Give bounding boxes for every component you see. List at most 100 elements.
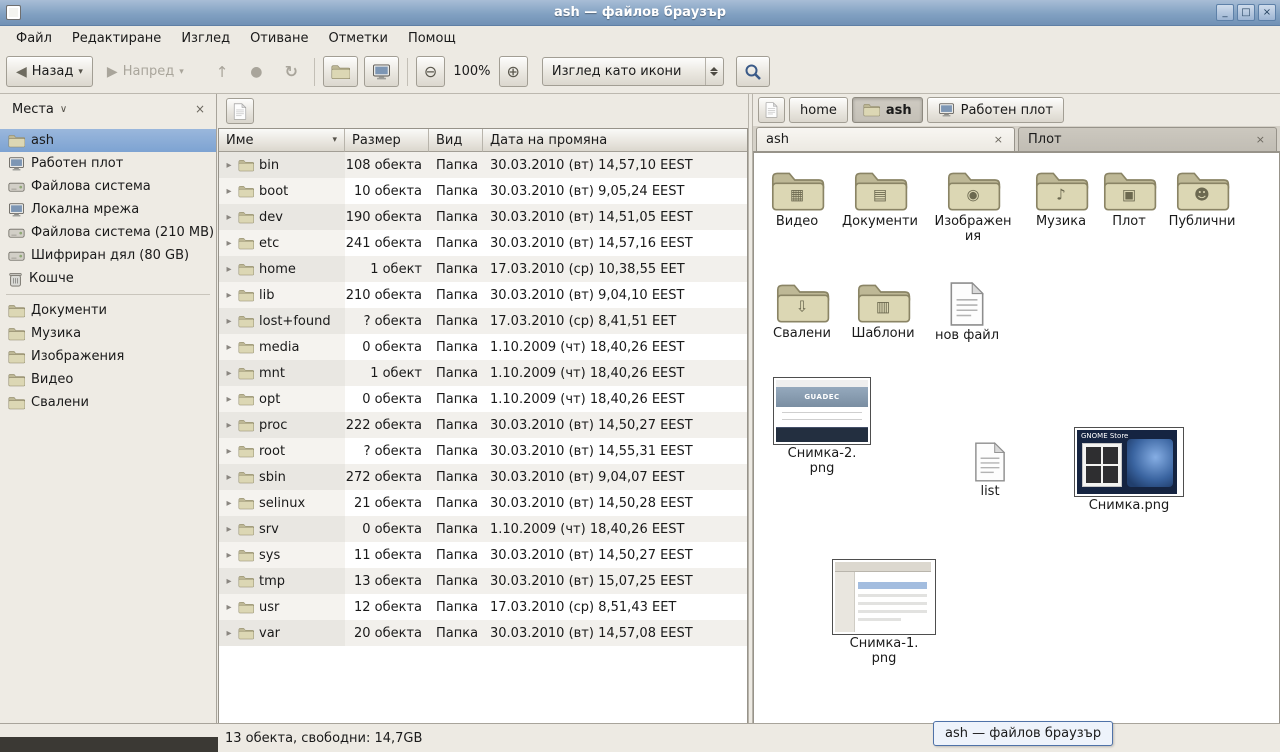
computer-button[interactable] [364,56,399,87]
tree-row[interactable]: ▸ sys 11 обекта Папка 30.03.2010 (вт) 14… [219,542,747,568]
breadcrumb-home[interactable]: home [789,97,848,123]
menu-bookmarks[interactable]: Отметки [318,28,397,49]
icon-item-documents[interactable]: ▤ Документи [840,169,920,230]
column-header-name[interactable]: Име ▾ [219,129,345,152]
sidebar-close-button[interactable]: × [190,100,210,118]
tree-row[interactable]: ▸ tmp 13 обекта Папка 30.03.2010 (вт) 15… [219,568,747,594]
tree-row[interactable]: ▸ bin 108 обекта Папка 30.03.2010 (вт) 1… [219,152,747,178]
expander-icon[interactable]: ▸ [223,342,235,353]
tree-row[interactable]: ▸ proc 222 обекта Папка 30.03.2010 (вт) … [219,412,747,438]
icon-item-templates[interactable]: ▥ Шаблони [848,281,918,342]
back-button[interactable]: ◀ Назад ▾ [6,56,93,87]
zoom-in-button[interactable]: ⊕ [499,56,528,87]
home-button[interactable] [323,56,358,87]
pathbar-root-button[interactable] [758,97,785,123]
tree-row[interactable]: ▸ mnt 1 обект Папка 1.10.2009 (чт) 18,40… [219,360,747,386]
tree-row[interactable]: ▸ sbin 272 обекта Папка 30.03.2010 (вт) … [219,464,747,490]
sidebar-item-video[interactable]: Видео [0,368,216,391]
sidebar-mode-selector[interactable]: Места ∨ [6,99,73,120]
icon-item-snimka-1[interactable]: Снимка-1.png [832,559,936,667]
expander-icon[interactable]: ▸ [223,524,235,535]
icon-view-canvas[interactable]: ▦ Видео ▤ Документи ◉ Изображения [753,152,1280,723]
icon-item-snimka[interactable]: GNOME Store Снимка.png [1074,427,1184,514]
search-button[interactable] [736,56,770,87]
expander-icon[interactable]: ▸ [223,446,235,457]
window-menu-icon[interactable] [6,5,21,20]
menu-help[interactable]: Помощ [398,28,466,49]
stop-button[interactable]: ● [242,56,270,87]
expander-icon[interactable]: ▸ [223,186,235,197]
tree-row[interactable]: ▸ lost+found ? обекта Папка 17.03.2010 (… [219,308,747,334]
tree-row[interactable]: ▸ var 20 обекта Папка 30.03.2010 (вт) 14… [219,620,747,646]
tree-row[interactable]: ▸ srv 0 обекта Папка 1.10.2009 (чт) 18,4… [219,516,747,542]
tree-row[interactable]: ▸ media 0 обекта Папка 1.10.2009 (чт) 18… [219,334,747,360]
expander-icon[interactable]: ▸ [223,212,235,223]
tab-ash[interactable]: ash × [756,127,1015,151]
expander-icon[interactable]: ▸ [223,602,235,613]
tree-row[interactable]: ▸ boot 10 обекта Папка 30.03.2010 (вт) 9… [219,178,747,204]
zoom-out-button[interactable]: ⊖ [416,56,445,87]
expander-icon[interactable]: ▸ [223,264,235,275]
close-button[interactable]: × [1258,4,1276,21]
sidebar-item-downloads[interactable]: Свалени [0,391,216,414]
column-header-size[interactable]: Размер [345,129,429,152]
tree-row[interactable]: ▸ selinux 21 обекта Папка 30.03.2010 (вт… [219,490,747,516]
view-mode-combo[interactable]: Изглед като икони [542,57,724,86]
expander-icon[interactable]: ▸ [223,368,235,379]
expander-icon[interactable]: ▸ [223,576,235,587]
breadcrumb-desktop[interactable]: Работен плот [927,97,1064,123]
expander-icon[interactable]: ▸ [223,316,235,327]
menu-edit[interactable]: Редактиране [62,28,171,49]
expander-icon[interactable]: ▸ [223,420,235,431]
breadcrumb-ash[interactable]: ash [852,97,923,123]
icon-item-new-file[interactable]: нов файл [934,281,1000,344]
expander-icon[interactable]: ▸ [223,472,235,483]
sidebar-item-documents[interactable]: Документи [0,299,216,322]
expander-icon[interactable]: ▸ [223,550,235,561]
icon-item-snimka-2[interactable]: GUADEC Снимка-2.png [770,377,874,477]
tab-close-icon[interactable]: × [992,133,1005,146]
tree-row[interactable]: ▸ root ? обекта Папка 30.03.2010 (вт) 14… [219,438,747,464]
tab-plot[interactable]: Плот × [1018,127,1277,151]
back-history-dropdown-icon[interactable]: ▾ [78,67,83,77]
tree-row[interactable]: ▸ lib 210 обекта Папка 30.03.2010 (вт) 9… [219,282,747,308]
title-bar[interactable]: ash — файлов браузър _ □ × [0,0,1280,26]
sidebar-item-desktop[interactable]: Работен плот [0,152,216,175]
column-header-type[interactable]: Вид [429,129,483,152]
icon-item-music[interactable]: ♪ Музика [1028,169,1094,230]
sidebar-item-local-network[interactable]: Локална мрежа [0,198,216,221]
expander-icon[interactable]: ▸ [223,290,235,301]
sidebar-item-ash[interactable]: ash [0,129,216,152]
tree-row[interactable]: ▸ opt 0 обекта Папка 1.10.2009 (чт) 18,4… [219,386,747,412]
reload-button[interactable]: ↻ [277,56,306,87]
sidebar-item-filesystem-210mb[interactable]: Файлова система (210 MB) [0,221,216,244]
menu-view[interactable]: Изглед [171,28,240,49]
tree-row[interactable]: ▸ usr 12 обекта Папка 17.03.2010 (ср) 8,… [219,594,747,620]
tree-row[interactable]: ▸ etc 241 обекта Папка 30.03.2010 (вт) 1… [219,230,747,256]
sidebar-item-trash[interactable]: Кошче [0,267,216,290]
icon-item-downloads[interactable]: ⇩ Свалени [768,281,836,342]
up-button[interactable]: ↑ [208,56,237,87]
maximize-button[interactable]: □ [1237,4,1255,21]
tree-row[interactable]: ▸ home 1 обект Папка 17.03.2010 (ср) 10,… [219,256,747,282]
expander-icon[interactable]: ▸ [223,238,235,249]
menu-file[interactable]: Файл [6,28,62,49]
expander-icon[interactable]: ▸ [223,160,235,171]
sidebar-item-music[interactable]: Музика [0,322,216,345]
expander-icon[interactable]: ▸ [223,498,235,509]
location-bar-button[interactable] [226,98,254,124]
expander-icon[interactable]: ▸ [223,394,235,405]
icon-item-pictures[interactable]: ◉ Изображения [930,169,1016,245]
tree-row[interactable]: ▸ dev 190 обекта Папка 30.03.2010 (вт) 1… [219,204,747,230]
icon-item-public[interactable]: ☻ Публични [1164,169,1240,230]
icon-item-desktop-folder[interactable]: ▣ Плот [1100,169,1158,230]
icon-item-list-file[interactable]: list [960,441,1020,500]
icon-item-video[interactable]: ▦ Видео [764,169,830,230]
expander-icon[interactable]: ▸ [223,628,235,639]
sidebar-item-encrypted-80gb[interactable]: Шифриран дял (80 GB) [0,244,216,267]
menu-go[interactable]: Отиване [240,28,318,49]
sidebar-item-pictures[interactable]: Изображения [0,345,216,368]
sidebar-item-filesystem[interactable]: Файлова система [0,175,216,198]
forward-button[interactable]: ▶ Напред ▾ [97,56,194,87]
minimize-button[interactable]: _ [1216,4,1234,21]
